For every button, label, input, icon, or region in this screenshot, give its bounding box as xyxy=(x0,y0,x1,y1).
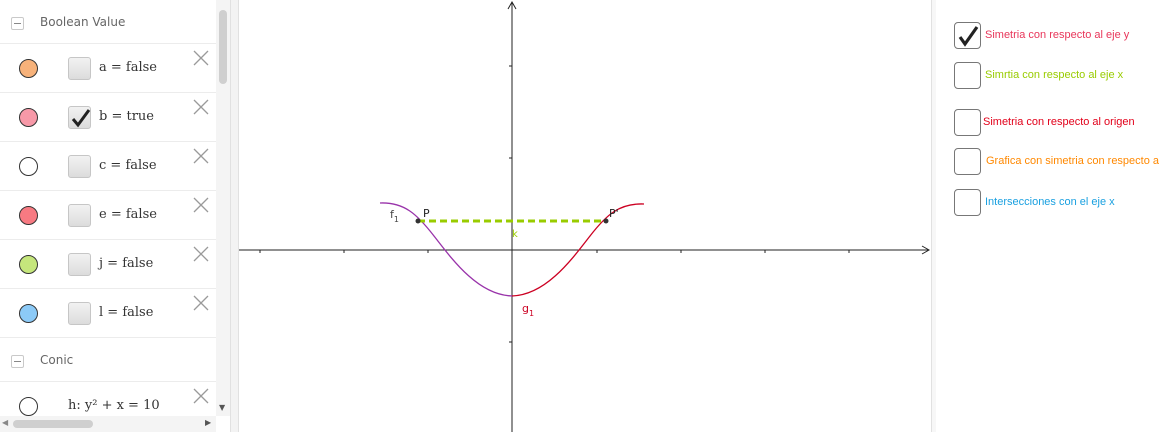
label-f1: f1 xyxy=(390,208,399,224)
checkbox-label[interactable]: Intersecciones con el eje x xyxy=(985,196,1115,208)
label-P-prime: P' xyxy=(609,207,619,220)
algebra-item-a[interactable]: a = false xyxy=(0,44,216,93)
graphics-view[interactable]: f1 P P' k g1 xyxy=(239,0,931,432)
algebra-item-c[interactable]: c = false xyxy=(0,142,216,191)
algebra-expression[interactable]: e = false xyxy=(99,207,157,222)
collapse-minus-icon[interactable] xyxy=(11,355,24,368)
algebra-expression[interactable]: l = false xyxy=(99,305,153,320)
vertical-scrollbar[interactable]: ▼ xyxy=(216,0,230,416)
algebra-item-b[interactable]: b = true xyxy=(0,93,216,142)
boolean-checkbox[interactable] xyxy=(68,57,91,80)
algebra-expression[interactable]: j = false xyxy=(99,256,153,271)
checkbox-symmetry-graph[interactable]: Grafica con simetria con respecto a xyxy=(954,148,1172,176)
group-header-boolean-value[interactable]: Boolean Value xyxy=(0,0,216,44)
checkmark-icon xyxy=(958,26,979,47)
label-k: k xyxy=(512,229,518,240)
group-title: Conic xyxy=(40,353,74,367)
checkbox-symmetry-y-axis[interactable]: Simetria con respecto al eje y xyxy=(954,22,1172,50)
scroll-right-arrow-icon[interactable]: ▶ xyxy=(205,418,211,427)
horizontal-scrollbar[interactable]: ◀ ▶ xyxy=(0,416,216,432)
boolean-checkbox[interactable] xyxy=(68,155,91,178)
checkbox-box[interactable] xyxy=(954,148,981,175)
delete-icon[interactable] xyxy=(192,294,210,312)
algebra-item-j[interactable]: j = false xyxy=(0,240,216,289)
checkbox-label[interactable]: Simrtia con respecto al eje x xyxy=(985,69,1123,81)
scrollbar-thumb[interactable] xyxy=(219,10,227,84)
delete-icon[interactable] xyxy=(192,245,210,263)
boolean-checkbox[interactable] xyxy=(68,253,91,276)
graphics-canvas[interactable]: f1 P P' k g1 xyxy=(239,0,931,432)
point-P-prime[interactable] xyxy=(603,218,609,224)
algebra-item-e[interactable]: e = false xyxy=(0,191,216,240)
boolean-checkbox[interactable] xyxy=(68,106,91,129)
visibility-marble-icon[interactable] xyxy=(19,304,38,323)
checkbox-box[interactable] xyxy=(954,189,981,216)
group-header-conic[interactable]: Conic xyxy=(0,338,216,382)
delete-icon[interactable] xyxy=(192,196,210,214)
group-title: Boolean Value xyxy=(40,15,126,29)
checkbox-x-intercepts[interactable]: Intersecciones con el eje x xyxy=(954,189,1172,217)
scrollbar-thumb[interactable] xyxy=(13,420,93,428)
visibility-marble-icon[interactable] xyxy=(19,157,38,176)
algebra-expression[interactable]: h: y² + x = 10 xyxy=(68,398,160,413)
boolean-checkbox[interactable] xyxy=(68,302,91,325)
checkbox-box[interactable] xyxy=(954,62,981,89)
boolean-checkbox[interactable] xyxy=(68,204,91,227)
algebra-expression[interactable]: c = false xyxy=(99,158,157,173)
visibility-marble-icon[interactable] xyxy=(19,206,38,225)
checkbox-symmetry-origin[interactable]: Simetria con respecto al origen xyxy=(954,109,1172,137)
function-f1-curve[interactable] xyxy=(379,202,513,297)
collapse-minus-icon[interactable] xyxy=(11,17,24,30)
checkbox-box[interactable] xyxy=(954,22,981,49)
visibility-marble-icon[interactable] xyxy=(19,397,38,416)
visibility-marble-icon[interactable] xyxy=(19,108,38,127)
checkbox-label[interactable]: Simetria con respecto al eje y xyxy=(985,29,1129,41)
checkbox-box[interactable] xyxy=(954,109,981,136)
graphics-view-2: Simetria con respecto al eje y Simrtia c… xyxy=(936,0,1172,432)
label-g1: g1 xyxy=(522,302,534,318)
visibility-marble-icon[interactable] xyxy=(19,59,38,78)
scroll-down-arrow-icon[interactable]: ▼ xyxy=(219,403,225,412)
panel-divider[interactable] xyxy=(230,0,239,432)
algebra-view: Boolean Value a = false b = true c = fal… xyxy=(0,0,230,432)
algebra-expression[interactable]: a = false xyxy=(99,60,157,75)
algebra-expression[interactable]: b = true xyxy=(99,109,154,124)
delete-icon[interactable] xyxy=(192,387,210,405)
delete-icon[interactable] xyxy=(192,49,210,67)
label-P: P xyxy=(423,207,430,220)
point-P[interactable] xyxy=(415,218,421,224)
checkbox-label[interactable]: Grafica con simetria con respecto a xyxy=(986,155,1159,167)
checkbox-symmetry-x-axis[interactable]: Simrtia con respecto al eje x xyxy=(954,62,1172,90)
algebra-item-l[interactable]: l = false xyxy=(0,289,216,338)
checkmark-icon xyxy=(71,109,91,128)
visibility-marble-icon[interactable] xyxy=(19,255,38,274)
scroll-left-arrow-icon[interactable]: ◀ xyxy=(2,418,8,427)
checkbox-label[interactable]: Simetria con respecto al origen xyxy=(983,116,1135,128)
delete-icon[interactable] xyxy=(192,98,210,116)
delete-icon[interactable] xyxy=(192,147,210,165)
